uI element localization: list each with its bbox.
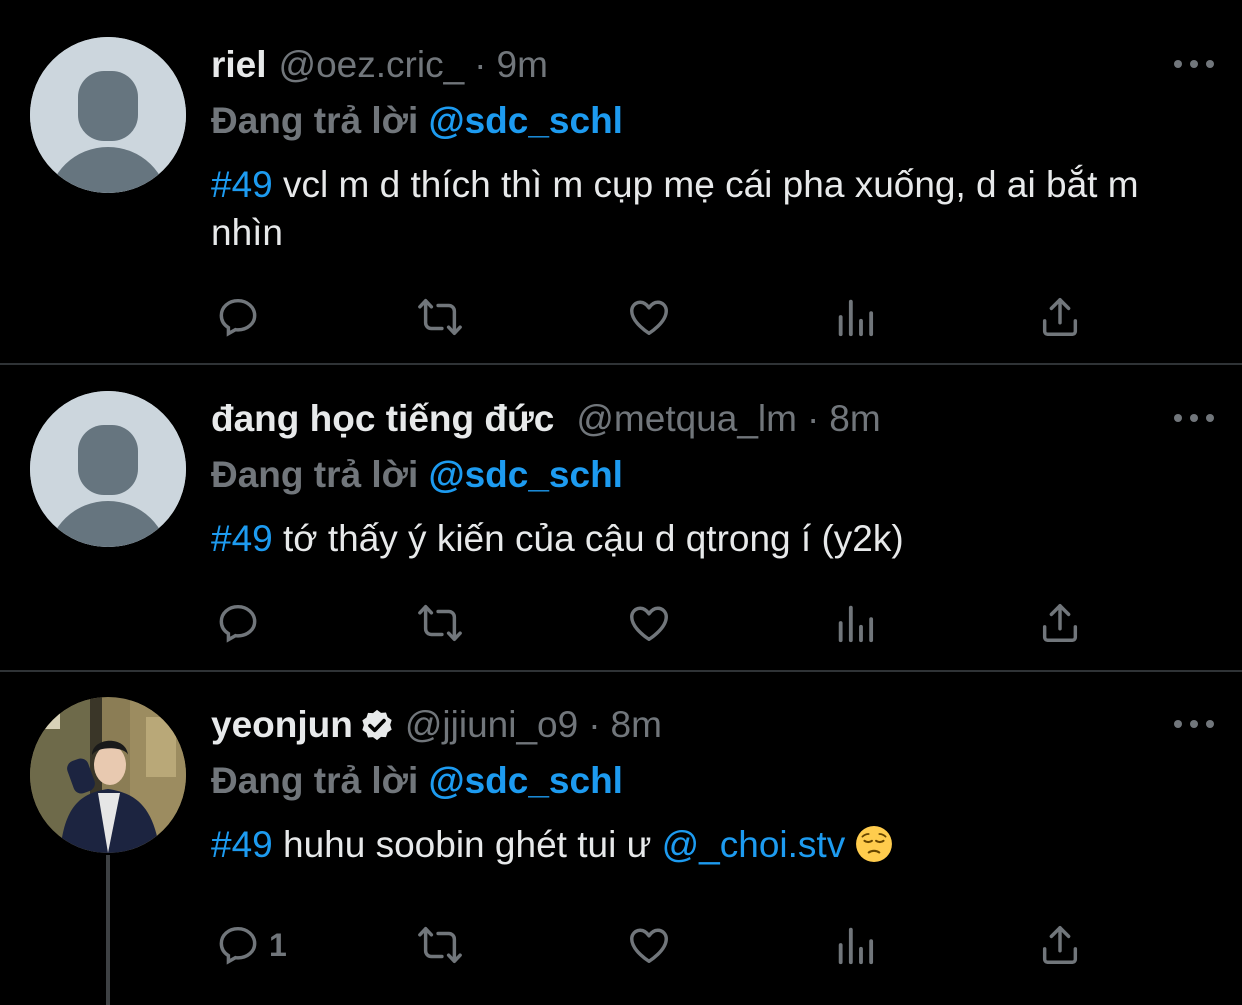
- default-avatar-icon: [30, 391, 186, 547]
- share-icon: [1042, 926, 1078, 964]
- retweet-icon: [418, 926, 462, 964]
- timestamp[interactable]: 8m: [829, 398, 880, 440]
- analytics-icon: [838, 927, 874, 965]
- retweet-icon: [418, 604, 462, 642]
- reply-icon: [219, 926, 257, 965]
- tweet-header: riel @oez.cric_ · 9m: [211, 37, 1202, 93]
- replying-mention[interactable]: @sdc_schl: [429, 760, 623, 801]
- tweet[interactable]: riel @oez.cric_ · 9m Đang trả lời @sdc_s…: [0, 0, 1242, 363]
- replying-to: Đang trả lời @sdc_schl: [211, 93, 1202, 149]
- replying-label: Đang trả lời: [211, 100, 419, 141]
- timestamp[interactable]: 9m: [497, 44, 548, 86]
- display-name[interactable]: yeonjun: [211, 704, 353, 746]
- tweet[interactable]: yeonjun @jjiuni_o9 · 8m Đang trả lời @sd…: [0, 672, 1242, 1005]
- like-icon: [630, 606, 668, 642]
- reply-icon: [219, 604, 257, 643]
- analytics-button[interactable]: [833, 598, 879, 648]
- tweet-body: vcl m d thích thì m cụp mẹ cái pha xuống…: [211, 164, 1139, 253]
- display-name[interactable]: đang học tiếng đức: [211, 398, 554, 440]
- reply-icon: [219, 298, 257, 337]
- action-bar: 1: [211, 920, 1111, 970]
- replying-label: Đang trả lời: [211, 760, 419, 801]
- avatar[interactable]: [30, 697, 186, 853]
- replying-mention[interactable]: @sdc_schl: [429, 100, 623, 141]
- tweet-text: #49 tớ thấy ý kiến của cậu d qtrong í (y…: [211, 515, 1202, 563]
- share-button[interactable]: [1037, 598, 1083, 648]
- verified-badge-icon: [362, 709, 392, 741]
- handle[interactable]: @jjiuni_o9: [405, 704, 578, 746]
- retweet-button[interactable]: [417, 920, 463, 970]
- share-button[interactable]: [1037, 920, 1083, 970]
- user-mention[interactable]: @_choi.stv: [662, 824, 846, 865]
- like-button[interactable]: [626, 920, 672, 970]
- share-button[interactable]: [1037, 292, 1083, 342]
- display-name[interactable]: riel: [211, 44, 267, 86]
- tweet[interactable]: đang học tiếng đức @metqua_lm · 8m Đang …: [0, 365, 1242, 670]
- reply-count: 1: [269, 926, 287, 963]
- action-bar: [211, 292, 1111, 342]
- reply-button[interactable]: [215, 598, 261, 648]
- tweet-header: đang học tiếng đức @metqua_lm · 8m: [211, 391, 1202, 447]
- replying-label: Đang trả lời: [211, 454, 419, 495]
- replying-mention[interactable]: @sdc_schl: [429, 454, 623, 495]
- reply-button[interactable]: [215, 292, 261, 342]
- avatar[interactable]: [30, 391, 186, 547]
- replying-to: Đang trả lời @sdc_schl: [211, 753, 1202, 809]
- hashtag[interactable]: #49: [211, 518, 273, 559]
- default-avatar-icon: [30, 37, 186, 193]
- analytics-icon: [838, 605, 874, 643]
- separator-dot: ·: [474, 44, 487, 85]
- analytics-icon: [838, 299, 874, 337]
- separator-dot: ·: [588, 704, 601, 745]
- handle[interactable]: @metqua_lm: [576, 398, 797, 440]
- action-bar: [211, 598, 1111, 648]
- share-icon: [1042, 604, 1078, 642]
- like-icon: [630, 928, 668, 964]
- timestamp[interactable]: 8m: [611, 704, 662, 746]
- analytics-button[interactable]: [833, 920, 879, 970]
- replying-to: Đang trả lời @sdc_schl: [211, 447, 1202, 503]
- retweet-icon: [418, 298, 462, 336]
- like-button[interactable]: [626, 598, 672, 648]
- retweet-button[interactable]: [417, 292, 463, 342]
- like-icon: [630, 300, 668, 336]
- like-button[interactable]: [626, 292, 672, 342]
- profile-photo-icon: [30, 697, 186, 853]
- analytics-button[interactable]: [833, 292, 879, 342]
- avatar[interactable]: [30, 37, 186, 193]
- hashtag[interactable]: #49: [211, 824, 273, 865]
- hashtag[interactable]: #49: [211, 164, 273, 205]
- tweet-body: huhu soobin ghét tui ư: [283, 824, 652, 865]
- handle[interactable]: @oez.cric_: [279, 44, 465, 86]
- tweet-text: #49 vcl m d thích thì m cụp mẹ cái pha x…: [211, 161, 1202, 257]
- tweet-text: #49 huhu soobin ghét tui ư @_choi.stv: [211, 821, 1202, 869]
- separator-dot: ·: [806, 398, 820, 439]
- retweet-button[interactable]: [417, 598, 463, 648]
- pensive-face-icon: [856, 826, 893, 862]
- tweet-header: yeonjun @jjiuni_o9 · 8m: [211, 697, 1202, 753]
- share-icon: [1042, 298, 1078, 336]
- tweet-body: tớ thấy ý kiến của cậu d qtrong í (y2k): [283, 518, 904, 559]
- reply-button[interactable]: 1: [215, 920, 287, 970]
